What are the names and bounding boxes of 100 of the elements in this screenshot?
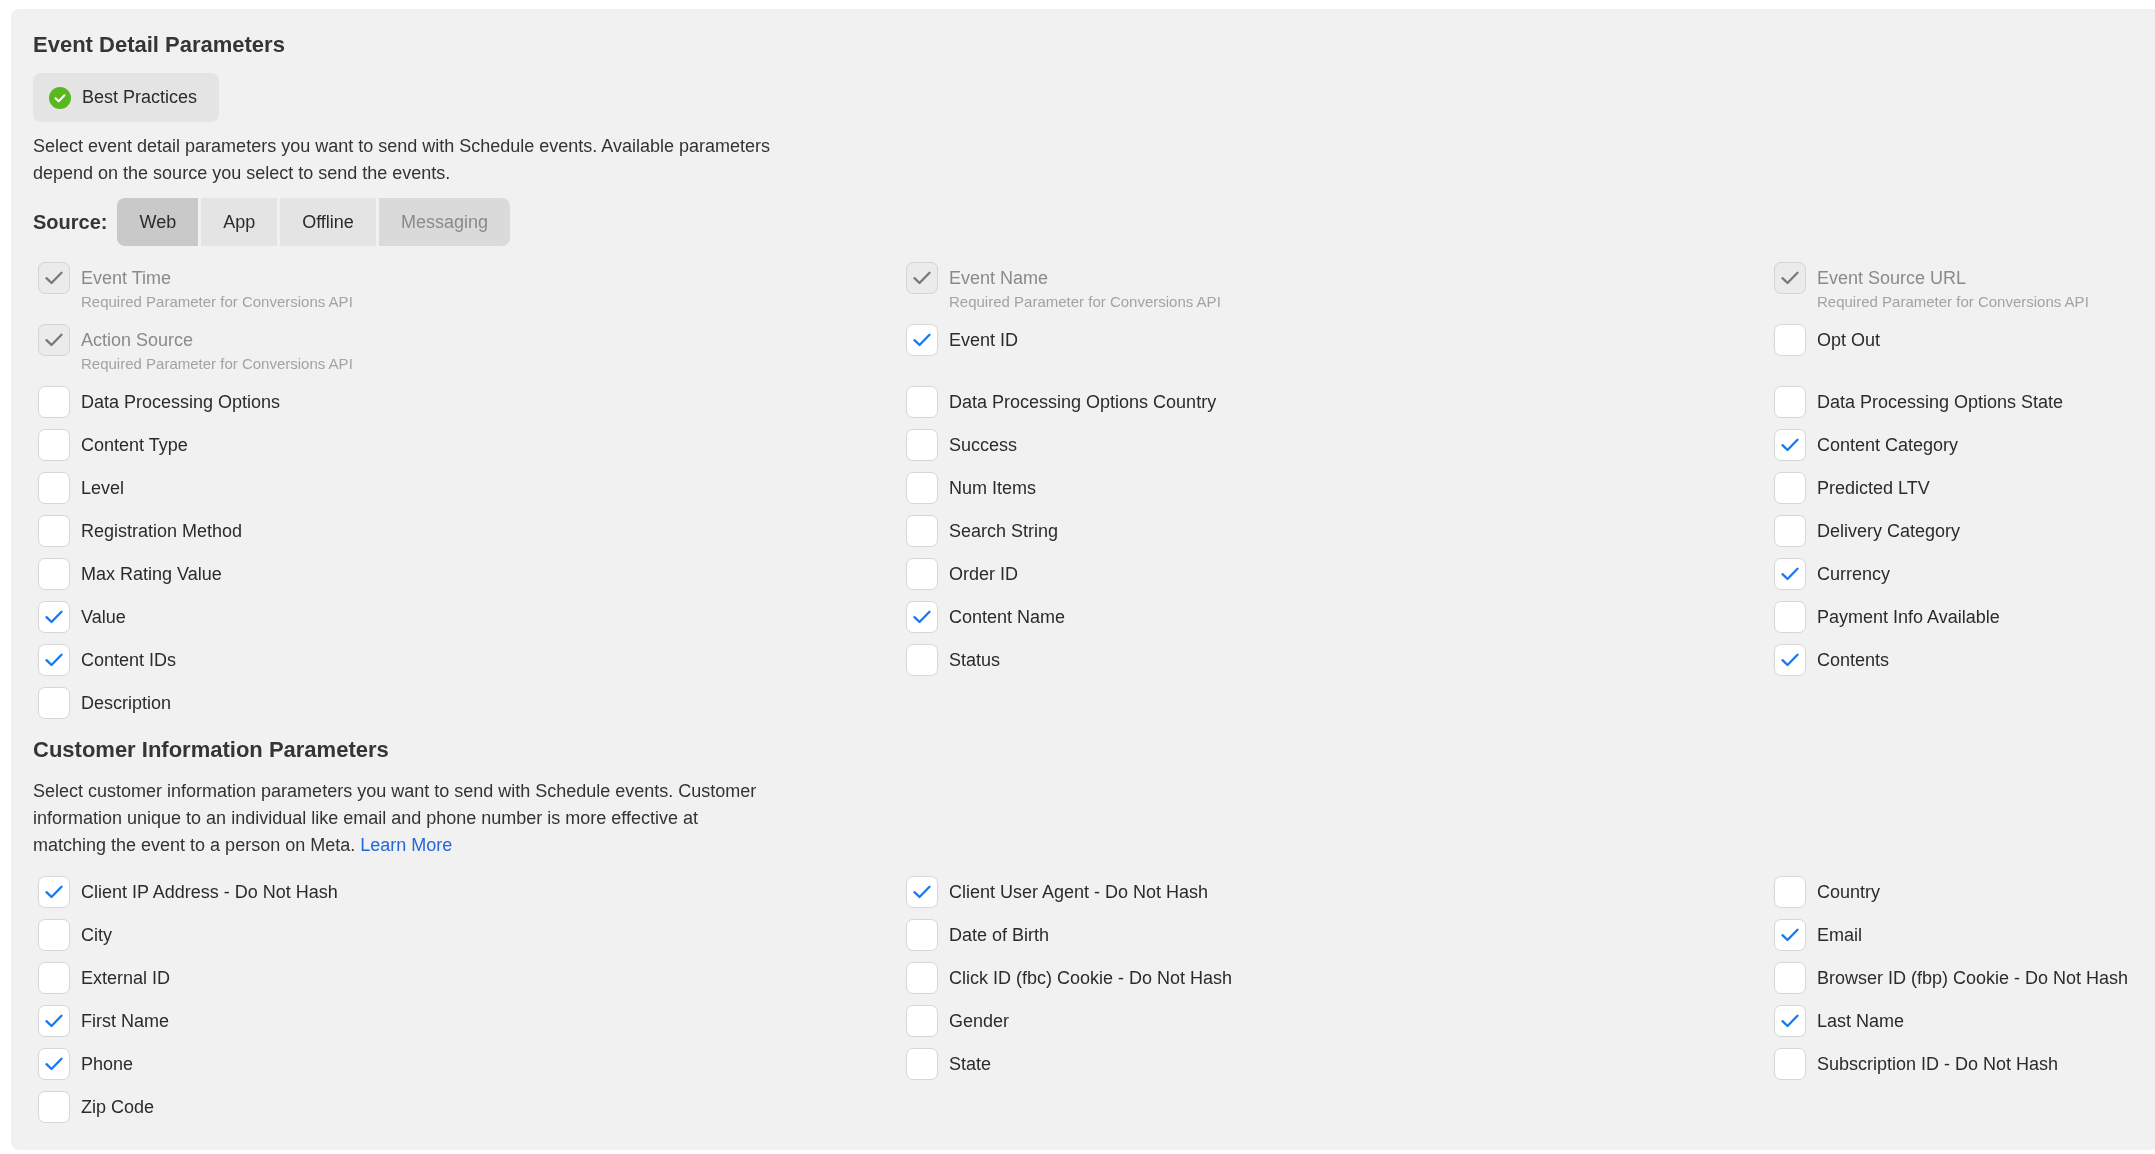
checkbox[interactable]	[1774, 472, 1806, 504]
parameter-label: Event ID	[949, 329, 1019, 351]
section-title: Customer Information Parameters	[33, 736, 390, 764]
checkbox[interactable]	[38, 472, 70, 504]
parameter-label: Client IP Address - Do Not Hash	[81, 881, 338, 903]
parameter-label: Search String	[949, 520, 1059, 542]
parameter-label: Last Name	[1817, 1010, 1905, 1032]
checkbox[interactable]	[1774, 429, 1806, 461]
source-tab[interactable]: App	[201, 198, 278, 246]
checkbox[interactable]	[38, 687, 70, 719]
checkbox[interactable]	[38, 1091, 70, 1123]
checkbox[interactable]	[1774, 558, 1806, 590]
checkbox[interactable]	[38, 558, 70, 590]
parameter-label: Max Rating Value	[81, 563, 222, 585]
parameter-label: Data Processing Options	[81, 391, 281, 413]
checkbox[interactable]	[38, 1048, 70, 1080]
checkbox[interactable]	[906, 1005, 938, 1037]
parameter-label: Delivery Category	[1817, 520, 1961, 542]
parameter-label: Status	[949, 649, 1001, 671]
checkbox[interactable]	[906, 962, 938, 994]
parameter-note: Required Parameter for Conversions API	[81, 354, 353, 374]
parameter-label: Content IDs	[81, 649, 177, 671]
checkbox[interactable]	[38, 1005, 70, 1037]
checkbox[interactable]	[1774, 962, 1806, 994]
checkbox[interactable]	[906, 919, 938, 951]
parameter-label: Registration Method	[81, 520, 243, 542]
parameter-note: Required Parameter for Conversions API	[81, 292, 353, 312]
parameter-label: Predicted LTV	[1817, 477, 1930, 499]
checkbox[interactable]	[1774, 1048, 1806, 1080]
checkbox[interactable]	[906, 1048, 938, 1080]
checkbox[interactable]	[38, 601, 70, 633]
checkbox[interactable]	[1774, 644, 1806, 676]
checkbox[interactable]	[1774, 1005, 1806, 1037]
parameter-label: Phone	[81, 1053, 134, 1075]
checkmark-icon	[1781, 271, 1799, 285]
checkbox[interactable]	[906, 644, 938, 676]
checkmark-icon	[45, 1014, 63, 1028]
checkmark-icon	[45, 885, 63, 899]
parameter-label: Browser ID (fbp) Cookie - Do Not Hash	[1817, 967, 2129, 989]
checkmark-icon	[913, 333, 931, 347]
checkbox[interactable]	[38, 429, 70, 461]
source-tab[interactable]: Web	[117, 198, 199, 246]
parameter-label: Content Category	[1817, 434, 1959, 456]
check-circle-icon	[49, 86, 71, 109]
parameter-label: Subscription ID - Do Not Hash	[1817, 1053, 2059, 1075]
parameter-label: Country	[1817, 881, 1881, 903]
parameter-label: Date of Birth	[949, 924, 1050, 946]
checkmark-icon	[1781, 1014, 1799, 1028]
checkbox[interactable]	[906, 515, 938, 547]
parameter-label: Gender	[949, 1010, 1010, 1032]
checkmark-icon	[913, 610, 931, 624]
parameter-label: Email	[1817, 924, 1862, 946]
parameter-label: Event Time	[81, 267, 173, 289]
checkbox[interactable]	[906, 472, 938, 504]
parameter-label: External ID	[81, 967, 171, 989]
parameter-label: Data Processing Options Country	[949, 391, 1217, 413]
checkbox[interactable]	[38, 962, 70, 994]
checkmark-icon	[45, 653, 63, 667]
checkmark-icon	[913, 271, 931, 285]
parameter-label: State	[949, 1053, 992, 1075]
checkmark-icon	[45, 1057, 63, 1071]
checkbox[interactable]	[906, 876, 938, 908]
checkbox[interactable]	[906, 386, 938, 418]
checkbox[interactable]	[1774, 876, 1806, 908]
parameter-label: Num Items	[949, 477, 1036, 499]
checkbox[interactable]	[1774, 919, 1806, 951]
parameter-label: Level	[81, 477, 125, 499]
checkbox[interactable]	[906, 429, 938, 461]
parameter-label: Contents	[1817, 649, 1890, 671]
parameter-label: Content Name	[949, 606, 1066, 628]
source-tab[interactable]: Offline	[280, 198, 376, 246]
learn-more-link[interactable]: Learn More	[360, 835, 453, 855]
parameter-label: City	[81, 924, 112, 946]
checkbox[interactable]	[906, 324, 938, 356]
checkbox[interactable]	[38, 919, 70, 951]
parameter-label: Event Name	[949, 267, 1050, 289]
parameter-label: Data Processing Options State	[1817, 391, 2064, 413]
checkmark-icon	[1781, 653, 1799, 667]
checkbox[interactable]	[1774, 601, 1806, 633]
checkbox[interactable]	[38, 644, 70, 676]
parameter-label: Currency	[1817, 563, 1891, 585]
checkbox[interactable]	[906, 558, 938, 590]
checkbox[interactable]	[38, 876, 70, 908]
checkmark-icon	[1781, 567, 1799, 581]
checkbox[interactable]	[1774, 386, 1806, 418]
parameter-label: Success	[949, 434, 1018, 456]
checkbox[interactable]	[906, 601, 938, 633]
parameter-note: Required Parameter for Conversions API	[1817, 292, 2089, 312]
best-practices-button[interactable]: Best Practices	[33, 73, 220, 122]
checkbox[interactable]	[38, 386, 70, 418]
parameter-label: Payment Info Available	[1817, 606, 2000, 628]
checkmark-icon	[1781, 438, 1799, 452]
parameter-label: Action Source	[81, 329, 195, 351]
parameter-label: Content Type	[81, 434, 188, 456]
parameter-label: Opt Out	[1817, 329, 1881, 351]
parameter-label: Click ID (fbc) Cookie - Do Not Hash	[949, 967, 1233, 989]
checkmark-icon	[913, 885, 931, 899]
checkbox[interactable]	[38, 515, 70, 547]
checkbox[interactable]	[1774, 515, 1806, 547]
checkbox[interactable]	[1774, 324, 1806, 356]
